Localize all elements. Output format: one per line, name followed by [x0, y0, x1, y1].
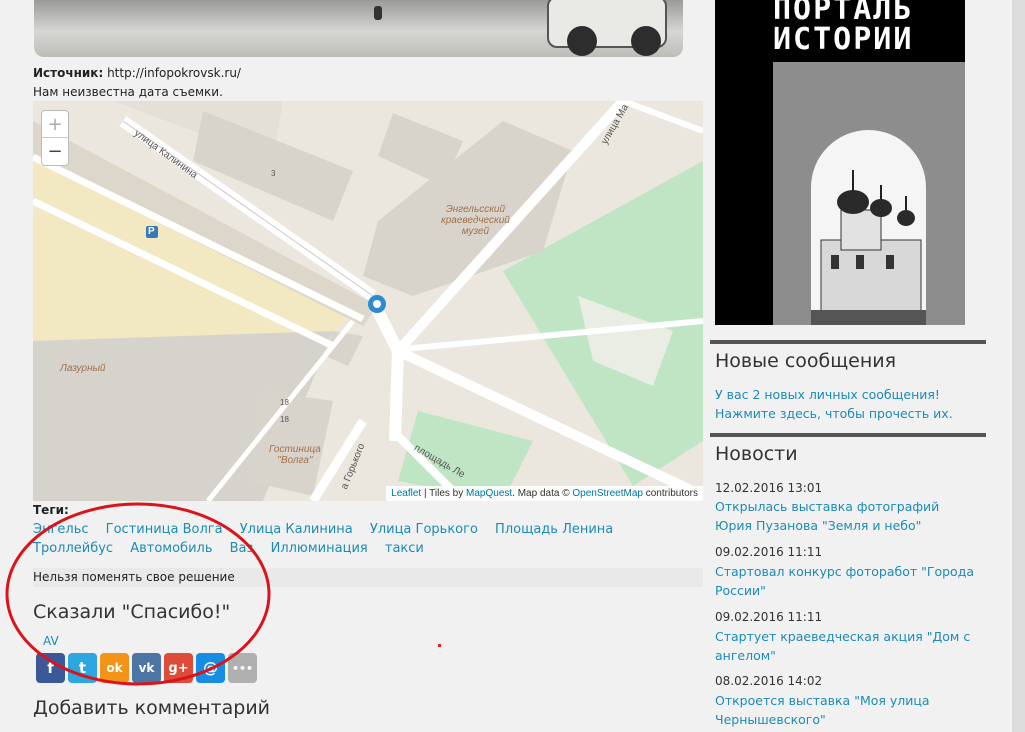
- zoom-out-button[interactable]: −: [42, 138, 68, 165]
- article-photo: [34, 0, 683, 57]
- thanks-heading: Сказали "Спасибо!": [33, 601, 231, 623]
- new-messages-link[interactable]: Нажмите здесь, чтобы прочесть их.: [715, 406, 953, 421]
- news-date: 08.02.2016 14:02: [715, 674, 823, 688]
- museum-label-line: Энгельсский: [445, 204, 506, 215]
- tags-row: Троллейбус Автомобиль Ваз Иллюминация та…: [33, 541, 437, 556]
- news-date: 09.02.2016 11:11: [715, 610, 823, 624]
- museum-label: Энгельсский краеведческий музей: [441, 204, 510, 237]
- new-messages-notice[interactable]: У вас 2 новых личных сообщения!: [715, 387, 940, 402]
- zoom-control: + −: [41, 110, 69, 166]
- tags-label: Теги:: [33, 503, 69, 517]
- news-date: 09.02.2016 11:11: [715, 545, 823, 559]
- map-tiles: [33, 101, 703, 501]
- zoom-in-button[interactable]: +: [42, 111, 68, 138]
- hotel-label-line: Гостиница: [269, 444, 321, 455]
- section-divider: [710, 340, 986, 344]
- photo-wheel: [567, 26, 597, 56]
- tag-link[interactable]: такси: [385, 541, 424, 556]
- scrollbar-track[interactable]: [1012, 0, 1025, 732]
- banner-image-panel: [773, 62, 965, 325]
- twitter-icon[interactable]: t: [68, 653, 97, 683]
- church-image: [811, 130, 926, 325]
- source-url[interactable]: http://infopokrovsk.ru/: [107, 66, 241, 80]
- parking-icon: P: [148, 226, 155, 237]
- history-portal-banner[interactable]: ПОРТАЛЬ ИСТОРИИ: [715, 0, 965, 325]
- museum-label-line: музей: [461, 226, 490, 237]
- photo-person: [374, 6, 382, 20]
- museum-label-line: краеведческий: [441, 215, 510, 226]
- tag-link[interactable]: Энгельс: [33, 522, 89, 537]
- tag-link[interactable]: Улица Калинина: [240, 522, 353, 537]
- section-divider: [710, 433, 986, 437]
- tags-row: Энгельс Гостиница Волга Улица Калинина У…: [33, 522, 626, 537]
- attribution-text: contributors: [642, 488, 698, 499]
- tag-link[interactable]: Гостиница Волга: [106, 522, 223, 537]
- house-number: 3: [271, 169, 276, 178]
- facebook-icon[interactable]: f: [36, 653, 65, 683]
- photo-source: Источник: http://infopokrovsk.ru/: [33, 66, 241, 80]
- tag-link[interactable]: Площадь Ленина: [495, 522, 613, 537]
- news-link[interactable]: Стартует краеведческая акция "Дом с анге…: [715, 627, 980, 665]
- more-icon[interactable]: •••: [228, 653, 257, 683]
- hotel-label: Гостиница "Волга": [269, 444, 321, 466]
- attribution-text: . Map data ©: [512, 488, 573, 499]
- new-messages-heading: Новые сообщения: [715, 350, 897, 372]
- news-link[interactable]: Открылась выставка фотографий Юрия Пузан…: [715, 497, 980, 535]
- source-label: Источник:: [33, 66, 104, 80]
- share-buttons: f t ok vk g+ @ •••: [36, 653, 257, 683]
- tag-link[interactable]: Улица Горького: [370, 522, 478, 537]
- osm-link[interactable]: OpenStreetMap: [572, 488, 643, 499]
- decision-notice: Нельзя поменять свое решение: [33, 568, 703, 587]
- thanks-user-link[interactable]: AV: [43, 634, 59, 648]
- tag-link[interactable]: Ваз: [230, 541, 254, 556]
- mapquest-link[interactable]: MapQuest: [466, 488, 512, 499]
- house-number: 18: [280, 398, 289, 407]
- district-label: Лазурный: [60, 363, 106, 374]
- tag-link[interactable]: Троллейбус: [33, 541, 113, 556]
- odnoklassniki-icon[interactable]: ok: [100, 653, 129, 683]
- hotel-label-line: "Волга": [277, 455, 313, 466]
- location-map[interactable]: + − улица Калинина улица Ма Энгельсский …: [33, 101, 703, 501]
- photo-date-note: Нам неизвестна дата съемки.: [33, 85, 223, 99]
- mailru-icon[interactable]: @: [196, 653, 225, 683]
- tag-link[interactable]: Иллюминация: [271, 541, 368, 556]
- photo-wheel: [631, 26, 661, 56]
- googleplus-icon[interactable]: g+: [164, 653, 193, 683]
- red-annotation-dot: [438, 644, 441, 647]
- tag-link[interactable]: Автомобиль: [130, 541, 212, 556]
- attribution-text: | Tiles by: [421, 488, 467, 499]
- church-drawing: [811, 170, 926, 325]
- map-attribution: Leaflet | Tiles by MapQuest. Map data © …: [386, 486, 703, 501]
- news-heading: Новости: [715, 443, 798, 465]
- vkontakte-icon[interactable]: vk: [132, 653, 161, 683]
- leaflet-link[interactable]: Leaflet: [391, 488, 421, 499]
- news-link[interactable]: Стартовал конкурс фоторабот "Города Росс…: [715, 562, 980, 600]
- add-comment-heading: Добавить комментарий: [33, 697, 271, 719]
- house-number: 18: [280, 415, 289, 424]
- photo-car: [547, 0, 667, 56]
- banner-title-line: ИСТОРИИ: [773, 22, 914, 57]
- news-link[interactable]: Откроется выставка "Моя улица Чернышевск…: [715, 691, 980, 729]
- news-date: 12.02.2016 13:01: [715, 481, 823, 495]
